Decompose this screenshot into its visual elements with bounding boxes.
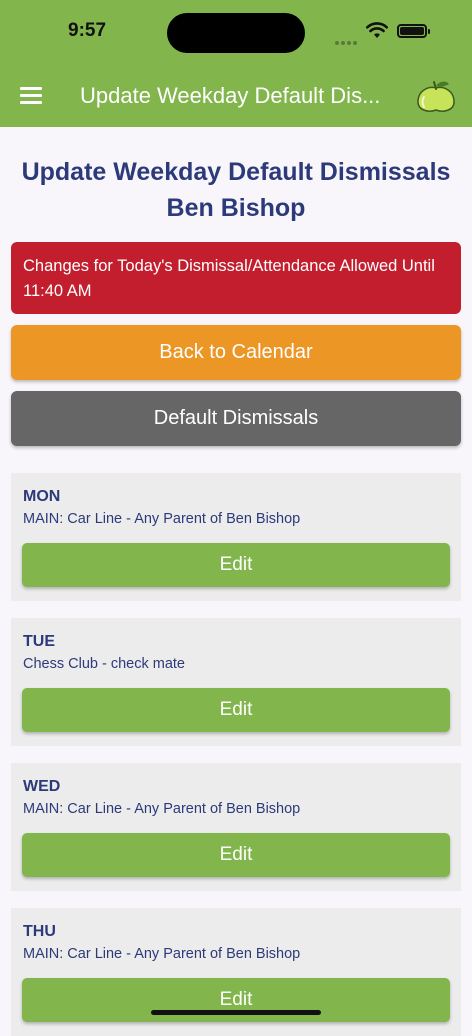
page-title-line: Update Weekday Default Dismissals bbox=[21, 158, 451, 186]
day-label: TUE bbox=[23, 633, 55, 650]
day-label: MON bbox=[23, 488, 61, 505]
menu-icon[interactable] bbox=[20, 87, 42, 104]
page-title: Update Weekday Default Dismissals Ben Bi… bbox=[10, 154, 462, 226]
back-to-calendar-button[interactable]: Back to Calendar bbox=[11, 325, 461, 380]
edit-thu-button[interactable]: Edit bbox=[22, 978, 450, 1022]
signal-icon bbox=[335, 32, 359, 45]
day-label: THU bbox=[23, 923, 56, 940]
apple-logo-icon bbox=[417, 81, 455, 112]
nav-title: Update Weekday Default Dis... bbox=[80, 83, 381, 108]
battery-icon bbox=[397, 24, 430, 38]
status-time: 9:57 bbox=[68, 20, 107, 41]
deadline-alert: Changes for Today's Dismissal/Attendance… bbox=[11, 242, 461, 314]
dismissal-description: MAIN: Car Line - Any Parent of Ben Bisho… bbox=[23, 801, 301, 817]
home-indicator bbox=[151, 1010, 321, 1015]
day-label: WED bbox=[23, 778, 61, 795]
wifi-icon bbox=[366, 22, 388, 38]
day-card-mon: MON MAIN: Car Line - Any Parent of Ben B… bbox=[11, 473, 461, 601]
app-header: 9:57 Update Weekday Default Dis... bbox=[0, 0, 472, 127]
default-dismissals-button[interactable]: Default Dismissals bbox=[11, 391, 461, 446]
edit-wed-button[interactable]: Edit bbox=[22, 833, 450, 877]
dynamic-island bbox=[167, 13, 305, 53]
day-card-wed: WED MAIN: Car Line - Any Parent of Ben B… bbox=[11, 763, 461, 891]
dismissal-description: Chess Club - check mate bbox=[23, 656, 185, 672]
edit-tue-button[interactable]: Edit bbox=[22, 688, 450, 732]
dismissal-description: MAIN: Car Line - Any Parent of Ben Bisho… bbox=[23, 946, 301, 962]
student-name: Ben Bishop bbox=[166, 194, 306, 222]
day-card-thu: THU MAIN: Car Line - Any Parent of Ben B… bbox=[11, 908, 461, 1036]
day-card-tue: TUE Chess Club - check mate Edit bbox=[11, 618, 461, 746]
dismissal-description: MAIN: Car Line - Any Parent of Ben Bisho… bbox=[23, 511, 301, 527]
edit-mon-button[interactable]: Edit bbox=[22, 543, 450, 587]
